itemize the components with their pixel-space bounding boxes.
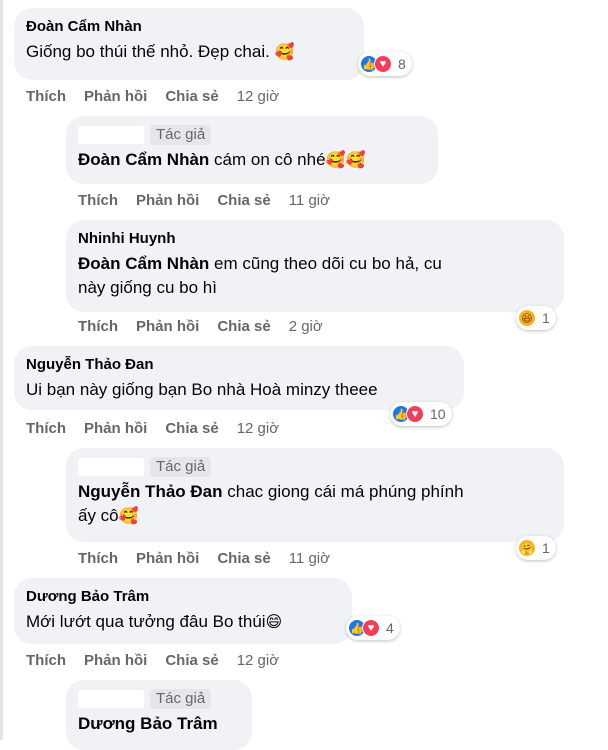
comment-author[interactable]: Nguyễn Thảo Đan	[26, 355, 154, 375]
comment-author[interactable]: Dương Bảo Trâm	[26, 587, 149, 607]
reaction-summary[interactable]: 👍 ♥ 8	[358, 52, 412, 76]
mention[interactable]: Đoàn Cẩm Nhàn	[78, 150, 209, 169]
love-reaction-icon: ♥	[362, 619, 380, 637]
timestamp[interactable]: 2 giờ	[289, 318, 323, 335]
share-button[interactable]: Chia sẻ	[165, 88, 218, 105]
thread-edge	[0, 0, 3, 740]
haha-reaction-icon: 😆	[518, 309, 536, 327]
reaction-summary[interactable]: 😆 1	[516, 306, 556, 330]
timestamp[interactable]: 12 giờ	[237, 420, 279, 437]
reply-text: Nguyễn Thảo Đan chac giong cái má phúng …	[78, 482, 464, 525]
smiling-hearts-emoji: 🥰	[274, 44, 295, 61]
comment-actions: Thích Phản hồi Chia sẻ 12 giờ	[26, 650, 279, 670]
like-button[interactable]: Thích	[78, 550, 118, 567]
comment-actions: Thích Phản hồi Chia sẻ 12 giờ	[26, 418, 279, 438]
mention[interactable]: Dương Bảo Trâm	[78, 714, 218, 733]
reply-button[interactable]: Phản hồi	[84, 88, 147, 105]
author-badge: Tác giả	[150, 125, 212, 145]
comment-bubble-1: Đoàn Cẩm Nhàn Giống bo thúi thế nhỏ. Đẹp…	[14, 8, 364, 80]
comment-bubble-3: Dương Bảo Trâm Mới lướt qua tưởng đâu Bo…	[14, 578, 352, 644]
reply-actions: Thích Phản hồi Chia sẻ 2 giờ	[78, 316, 323, 336]
share-button[interactable]: Chia sẻ	[165, 420, 218, 437]
reply-text: Đoàn Cẩm Nhàn cám on cô nhé🥰🥰	[78, 150, 366, 169]
reply-text: Dương Bảo Trâm	[78, 712, 240, 736]
love-reaction-icon: ♥	[406, 405, 424, 423]
care-reaction-icon: 🤗	[518, 539, 536, 557]
reply-button[interactable]: Phản hồi	[136, 192, 199, 209]
comment-text: Mới lướt qua tưởng đâu Bo thúi😄	[26, 612, 283, 631]
mention[interactable]: Đoàn Cẩm Nhàn	[78, 254, 209, 273]
comment-bubble-2: Nguyễn Thảo Đan Ui bạn này giống bạn Bo …	[14, 346, 464, 410]
comment-author[interactable]: Nhinhi Huynh	[78, 229, 176, 249]
grinning-emoji: 😄	[265, 614, 283, 631]
love-reaction-icon: ♥	[374, 55, 392, 73]
like-button[interactable]: Thích	[78, 192, 118, 209]
reply-button[interactable]: Phản hồi	[136, 318, 199, 335]
reply-button[interactable]: Phản hồi	[84, 420, 147, 437]
reply-button[interactable]: Phản hồi	[136, 550, 199, 567]
reply-bubble-2: Nhinhi Huynh Đoàn Cẩm Nhàn em cũng theo …	[66, 220, 564, 312]
comment-author[interactable]: Đoàn Cẩm Nhàn	[26, 17, 142, 37]
hidden-author-name	[78, 458, 144, 476]
reply-actions: Thích Phản hồi Chia sẻ 11 giờ	[78, 548, 330, 568]
author-badge: Tác giả	[150, 689, 212, 709]
comment-text: Ui bạn này giống bạn Bo nhà Hoà minzy th…	[26, 380, 378, 399]
reaction-summary[interactable]: 👍 ♥ 4	[346, 616, 400, 640]
timestamp[interactable]: 12 giờ	[237, 652, 279, 669]
reply-actions: Thích Phản hồi Chia sẻ 11 giờ	[78, 190, 330, 210]
comment-actions: Thích Phản hồi Chia sẻ 12 giờ	[26, 86, 279, 106]
share-button[interactable]: Chia sẻ	[217, 550, 270, 567]
like-button[interactable]: Thích	[26, 88, 66, 105]
hidden-author-name	[78, 690, 144, 708]
author-badge: Tác giả	[150, 457, 212, 477]
timestamp[interactable]: 11 giờ	[289, 550, 330, 567]
comment-text: Giống bo thúi thế nhỏ. Đẹp chai. 🥰	[26, 42, 295, 61]
share-button[interactable]: Chia sẻ	[217, 192, 270, 209]
mention[interactable]: Nguyễn Thảo Đan	[78, 482, 223, 501]
like-button[interactable]: Thích	[26, 420, 66, 437]
smiling-hearts-emoji: 🥰	[118, 508, 139, 525]
reply-text: Đoàn Cẩm Nhàn em cũng theo dõi cu bo hả,…	[78, 254, 442, 297]
share-button[interactable]: Chia sẻ	[165, 652, 218, 669]
reaction-summary[interactable]: 👍 ♥ 10	[390, 402, 452, 426]
share-button[interactable]: Chia sẻ	[217, 318, 270, 335]
smiling-hearts-emoji: 🥰🥰	[325, 152, 366, 169]
like-button[interactable]: Thích	[26, 652, 66, 669]
timestamp[interactable]: 12 giờ	[237, 88, 279, 105]
like-button[interactable]: Thích	[78, 318, 118, 335]
reaction-summary[interactable]: 🤗 1	[516, 536, 556, 560]
reply-bubble-1: Tác giả Đoàn Cẩm Nhàn cám on cô nhé🥰🥰	[66, 116, 438, 184]
timestamp[interactable]: 11 giờ	[289, 192, 330, 209]
hidden-author-name	[78, 126, 144, 144]
reply-bubble-3: Tác giả Nguyễn Thảo Đan chac giong cái m…	[66, 448, 564, 542]
reply-button[interactable]: Phản hồi	[84, 652, 147, 669]
